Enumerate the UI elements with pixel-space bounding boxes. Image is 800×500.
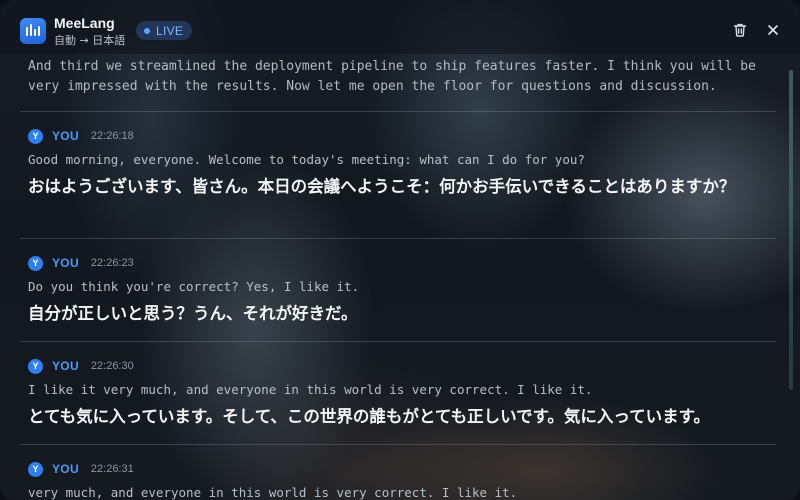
entry-header: Y YOU 22:26:30: [28, 357, 134, 375]
timestamp: 22:26:23: [90, 257, 134, 269]
timestamp: 22:26:31: [90, 463, 134, 475]
entry-header: Y YOU 22:26:23: [28, 254, 134, 272]
translation-text: おはようございます、皆さん。本日の会議へようこそ：何かお手伝いできることはありま…: [28, 177, 736, 196]
entry-divider: [20, 238, 776, 239]
app-title: MeeLang: [54, 15, 115, 31]
avatar: Y: [28, 128, 43, 144]
speaker-label: YOU: [52, 256, 79, 270]
timestamp: 22:26:30: [90, 360, 134, 372]
transcript-scrollbar[interactable]: [789, 70, 793, 390]
close-icon: [768, 25, 778, 35]
speaker-label: YOU: [52, 462, 79, 476]
live-status-badge: LIVE: [136, 21, 193, 40]
entry-divider: [20, 341, 776, 342]
entry-divider: [20, 111, 776, 112]
language-route: 自動 → 日本語: [54, 34, 126, 47]
app-window: MeeLang 自動 → 日本語 LIVE And third we strea…: [0, 0, 800, 500]
timestamp: 22:26:18: [90, 130, 134, 142]
close-button[interactable]: [761, 18, 785, 42]
translation-text: 自分が正しいと思う？うん、それが好きだ。: [28, 304, 358, 323]
previous-transcript-text: And third we streamlined the deployment …: [28, 59, 756, 94]
avatar: Y: [28, 255, 43, 271]
entry-divider: [20, 444, 776, 445]
entry-header: Y YOU 22:26:18: [28, 127, 134, 145]
source-text: I like it very much, and everyone in thi…: [28, 382, 593, 397]
speaker-label: YOU: [52, 129, 79, 143]
speaker-label: YOU: [52, 359, 79, 373]
avatar: Y: [28, 461, 43, 477]
translation-text: とても気に入っています。そして、この世界の誰もがとても正しいです。気に入っていま…: [28, 407, 710, 426]
trash-icon: [733, 23, 747, 37]
entry-header: Y YOU 22:26:31: [28, 460, 134, 478]
source-text: Do you think you're correct? Yes, I like…: [28, 279, 360, 294]
source-text: Good morning, everyone. Welcome to today…: [28, 152, 585, 167]
clear-transcript-button[interactable]: [728, 18, 752, 42]
avatar: Y: [28, 358, 43, 374]
app-logo-icon: [20, 18, 46, 44]
source-text: very much, and everyone in this world is…: [28, 485, 518, 500]
live-status-label: LIVE: [156, 23, 184, 38]
title-bar: MeeLang 自動 → 日本語 LIVE: [0, 0, 800, 54]
transcript-panel[interactable]: And third we streamlined the deployment …: [0, 54, 800, 500]
live-dot-icon: [144, 27, 150, 34]
